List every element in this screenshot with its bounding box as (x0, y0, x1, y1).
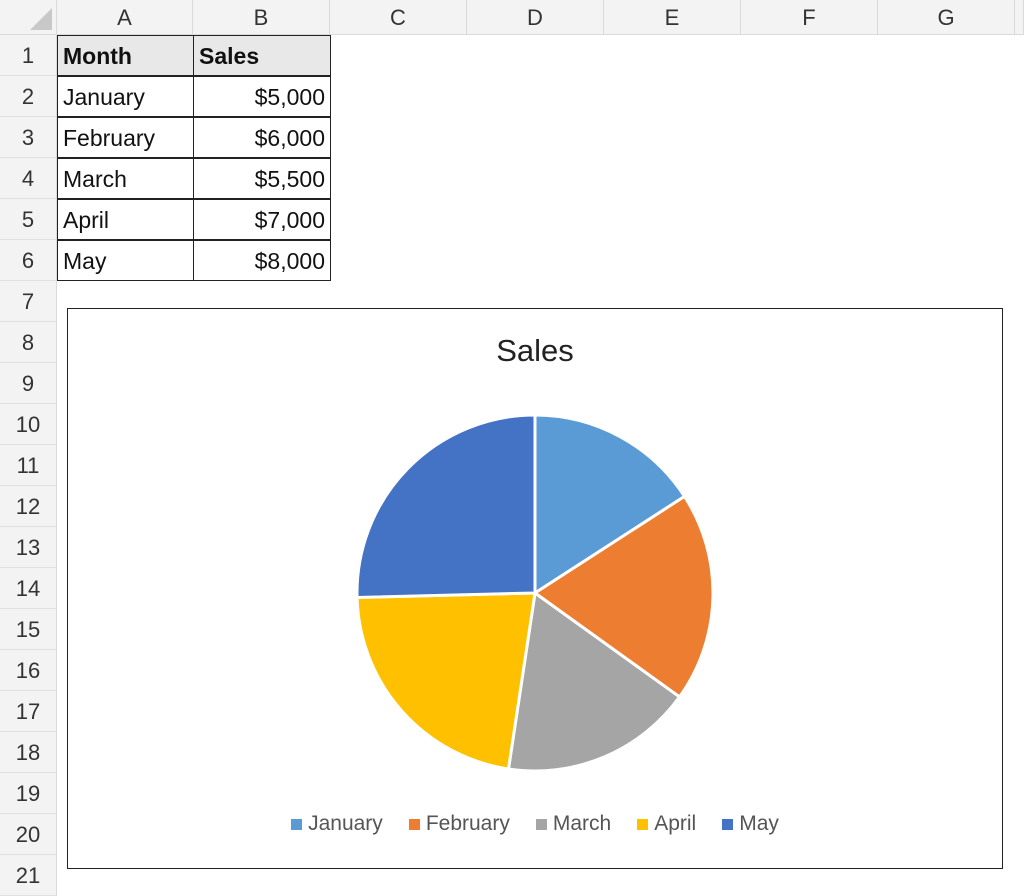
row-header-19[interactable]: 19 (0, 773, 57, 814)
pie-chart[interactable]: Sales JanuaryFebruaryMarchAprilMay (67, 308, 1003, 869)
cell-sales[interactable]: $5,000 (193, 76, 331, 117)
chart-legend: January February March April May (68, 812, 1002, 836)
cell-sales[interactable]: $5,500 (193, 158, 331, 199)
row-header-1[interactable]: 1 (0, 35, 57, 76)
row-header-2[interactable]: 2 (0, 76, 57, 117)
legend-swatch (409, 819, 420, 830)
header-cell-month[interactable]: Month (57, 35, 194, 76)
legend-label: May (739, 812, 779, 836)
cell-sales[interactable]: $6,000 (193, 117, 331, 158)
row-header-20[interactable]: 20 (0, 814, 57, 855)
cell-sales[interactable]: $7,000 (193, 199, 331, 240)
column-header-E[interactable]: E (604, 0, 741, 35)
legend-label: April (654, 812, 696, 836)
row-header-15[interactable]: 15 (0, 609, 57, 650)
row-header-4[interactable]: 4 (0, 158, 57, 199)
row-header-13[interactable]: 13 (0, 527, 57, 568)
row-header-7[interactable]: 7 (0, 281, 57, 322)
column-header-H[interactable] (1015, 0, 1024, 35)
column-header-B[interactable]: B (193, 0, 330, 35)
row-header-12[interactable]: 12 (0, 486, 57, 527)
column-header-C[interactable]: C (330, 0, 467, 35)
header-cell-sales[interactable]: Sales (193, 35, 331, 76)
legend-swatch (722, 819, 733, 830)
legend-swatch (637, 819, 648, 830)
column-header-D[interactable]: D (467, 0, 604, 35)
legend-item-january[interactable]: January (291, 812, 383, 836)
row-header-18[interactable]: 18 (0, 732, 57, 773)
legend-swatch (291, 819, 302, 830)
cell-sales[interactable]: $8,000 (193, 240, 331, 281)
legend-swatch (536, 819, 547, 830)
cell-month[interactable]: January (57, 76, 194, 117)
pie-slice-april[interactable] (357, 593, 535, 769)
legend-label: February (426, 812, 510, 836)
row-header-11[interactable]: 11 (0, 445, 57, 486)
legend-label: March (553, 812, 611, 836)
row-header-6[interactable]: 6 (0, 240, 57, 281)
row-header-16[interactable]: 16 (0, 650, 57, 691)
pie-plot-area (68, 309, 1004, 870)
cell-month[interactable]: February (57, 117, 194, 158)
cell-month[interactable]: March (57, 158, 194, 199)
column-header-F[interactable]: F (741, 0, 878, 35)
pie-slice-may[interactable] (357, 415, 535, 597)
row-header-3[interactable]: 3 (0, 117, 57, 158)
row-header-5[interactable]: 5 (0, 199, 57, 240)
legend-item-may[interactable]: May (722, 812, 779, 836)
row-header-14[interactable]: 14 (0, 568, 57, 609)
column-header-G[interactable]: G (878, 0, 1015, 35)
legend-item-march[interactable]: March (536, 812, 611, 836)
row-header-8[interactable]: 8 (0, 322, 57, 363)
legend-item-february[interactable]: February (409, 812, 510, 836)
row-header-17[interactable]: 17 (0, 691, 57, 732)
row-header-10[interactable]: 10 (0, 404, 57, 445)
legend-item-april[interactable]: April (637, 812, 696, 836)
row-header-21[interactable]: 21 (0, 855, 57, 896)
select-all-corner[interactable] (0, 0, 57, 35)
column-header-A[interactable]: A (57, 0, 193, 35)
cell-month[interactable]: May (57, 240, 194, 281)
cell-month[interactable]: April (57, 199, 194, 240)
row-header-9[interactable]: 9 (0, 363, 57, 404)
legend-label: January (308, 812, 383, 836)
